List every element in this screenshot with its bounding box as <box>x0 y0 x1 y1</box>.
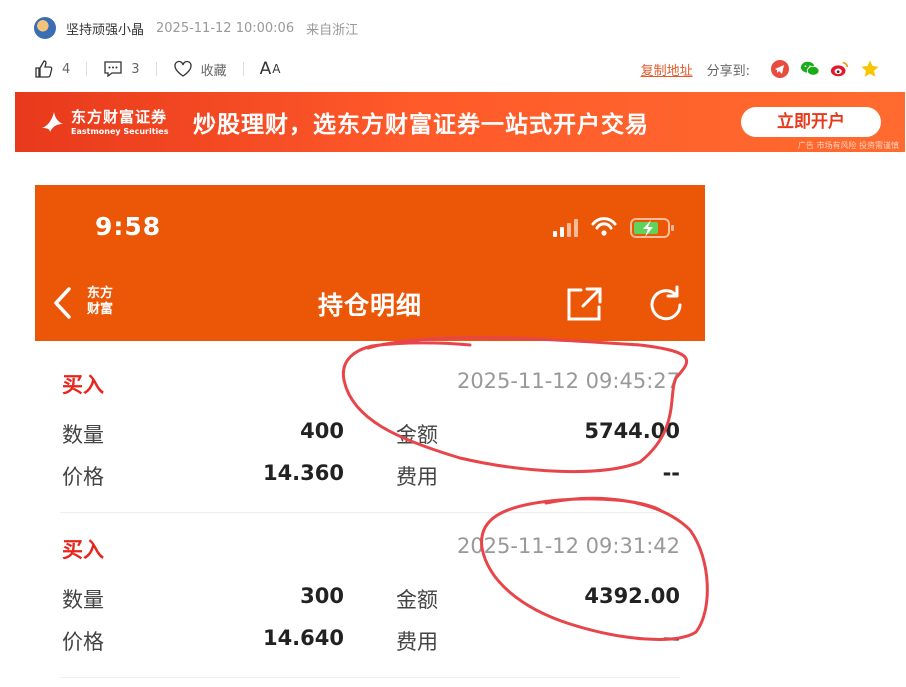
divider <box>242 62 244 76</box>
font-size-large: A <box>259 59 273 79</box>
action-bar: 4 3 收藏 AA 复制地址 分享到: <box>34 56 880 82</box>
author-row: 坚持顽强小晶 2025-11-12 10:00:06 来自浙江 <box>34 14 370 42</box>
amount-label: 金额 <box>396 423 438 447</box>
star-icon[interactable] <box>860 59 880 79</box>
heart-icon <box>173 60 192 77</box>
record-row: 价格 14.640 费用 -- <box>60 626 680 660</box>
ad-brand-en: Eastmoney Securities <box>71 127 169 136</box>
price-value: 14.360 <box>262 461 344 485</box>
share-label: 分享到: <box>706 63 750 79</box>
wechat-icon[interactable] <box>800 59 820 79</box>
qty-value: 400 <box>300 419 344 443</box>
divider <box>155 62 157 76</box>
price-label: 价格 <box>62 465 104 489</box>
font-size-small: A <box>272 62 282 76</box>
refresh-icon[interactable] <box>647 285 687 323</box>
record-row: 数量 400 金额 5744.00 <box>60 419 680 453</box>
ad-brand-logo: 东方财富证券 Eastmoney Securities <box>39 106 168 136</box>
amount-value: 5744.00 <box>584 419 680 443</box>
font-size-button[interactable]: AA <box>260 59 282 79</box>
comment-icon <box>104 61 122 78</box>
open-account-button[interactable]: 立即开户 <box>741 107 881 137</box>
favorite-label: 收藏 <box>200 63 227 79</box>
fee-label: 费用 <box>396 465 438 489</box>
ad-brand-cn: 东方财富证券 <box>71 108 168 126</box>
author-name[interactable]: 坚持顽强小晶 <box>66 19 144 38</box>
post-location: 来自浙江 <box>306 22 359 38</box>
holding-detail-screenshot: 9:58 东方 财富 持仓明细 买入 2025-11-12 09:45:27 数… <box>35 185 705 687</box>
divider <box>86 62 88 76</box>
share-area: 复制地址 分享到: <box>641 59 880 79</box>
comment-count: 3 <box>131 61 140 77</box>
divider <box>60 677 680 678</box>
qty-value: 300 <box>300 584 344 608</box>
trade-type: 买入 <box>62 373 104 397</box>
status-time: 9:58 <box>95 212 162 241</box>
post-time: 2025-11-12 10:00:06 <box>156 20 295 36</box>
phone-header: 9:58 东方 财富 持仓明细 <box>35 185 705 341</box>
qty-label: 数量 <box>62 423 104 447</box>
trade-type: 买入 <box>62 538 104 562</box>
price-value: 14.640 <box>262 626 344 650</box>
fee-value: -- <box>662 626 680 650</box>
fee-label: 费用 <box>396 630 438 654</box>
status-icons <box>553 217 674 238</box>
copy-link-button[interactable]: 复制地址 <box>641 60 693 79</box>
eastmoney-logo-icon <box>42 112 63 132</box>
weibo-icon[interactable] <box>830 59 850 79</box>
ad-disclaimer: 广告 市场有风险 投资需谨慎 <box>797 141 899 150</box>
like-button[interactable]: 4 <box>34 59 70 79</box>
trade-time: 2025-11-12 09:45:27 <box>456 369 680 393</box>
record-row: 数量 300 金额 4392.00 <box>60 584 680 618</box>
record-row: 价格 14.360 费用 -- <box>60 461 680 495</box>
favorite-button[interactable]: 收藏 <box>173 59 227 79</box>
ad-slogan: 炒股理财，选东方财富证券一站式开户交易 <box>193 112 649 138</box>
price-label: 价格 <box>62 630 104 654</box>
telegram-icon[interactable] <box>770 59 790 79</box>
amount-label: 金额 <box>396 588 438 612</box>
comment-button[interactable]: 3 <box>103 59 140 79</box>
avatar[interactable] <box>34 17 56 39</box>
trade-time: 2025-11-12 09:31:42 <box>456 534 680 558</box>
like-count: 4 <box>62 61 71 77</box>
divider <box>60 512 680 513</box>
amount-value: 4392.00 <box>584 584 680 608</box>
qty-label: 数量 <box>62 588 104 612</box>
thumbs-up-icon <box>35 60 53 78</box>
fee-value: -- <box>662 461 680 485</box>
share-icon[interactable] <box>565 285 605 323</box>
ad-banner[interactable]: 东方财富证券 Eastmoney Securities 炒股理财，选东方财富证券… <box>15 92 905 152</box>
